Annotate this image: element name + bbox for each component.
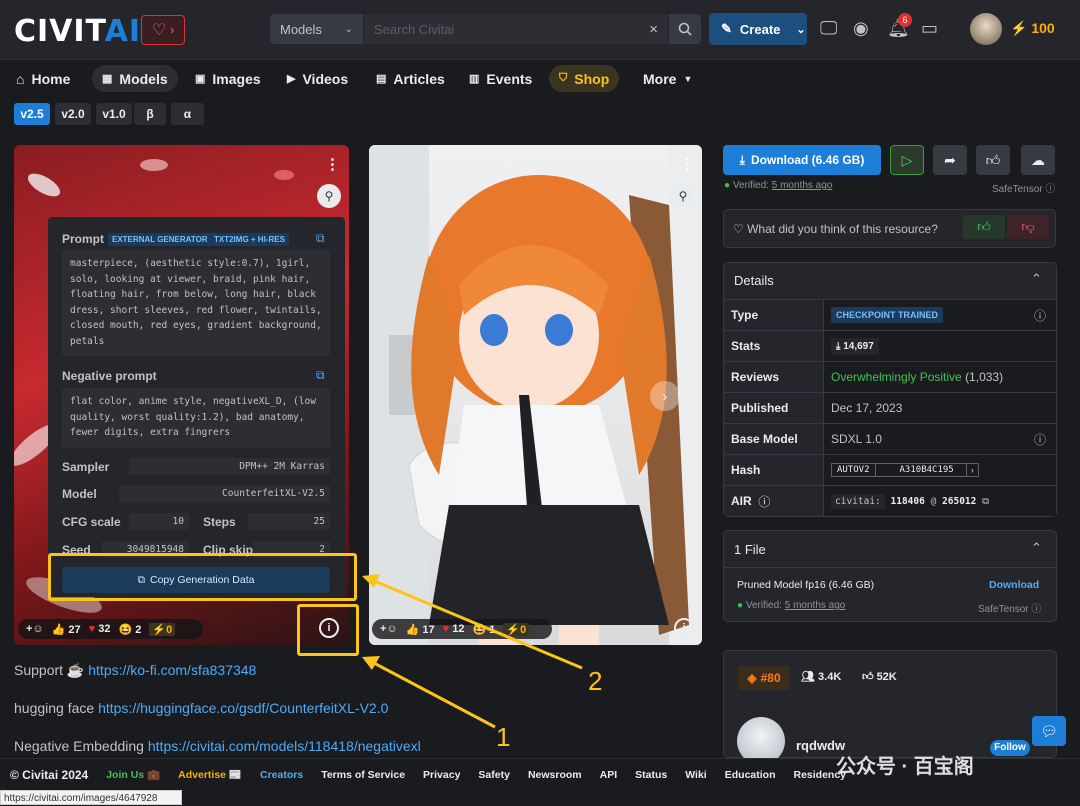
likes-stat: 👍︎ 52K xyxy=(862,671,897,683)
thumb-up-icon: 👍︎ xyxy=(862,671,874,683)
type-badge: CHECKPOINT TRAINED xyxy=(831,307,944,323)
footer-creators[interactable]: Creators xyxy=(260,769,303,781)
watermark-text: 公众号 · 百宝阁 xyxy=(836,756,974,778)
details-row-stats: Stats ⤓ 14,697 xyxy=(724,330,1056,361)
file-download-link[interactable]: Download xyxy=(989,579,1039,591)
chevron-up-icon[interactable]: ⌃ xyxy=(1031,540,1042,556)
copy-icon[interactable]: ⧉ xyxy=(982,496,989,507)
footer-privacy[interactable]: Privacy xyxy=(423,769,460,781)
thumbs-down-feedback-button[interactable]: 👎︎ xyxy=(1007,215,1049,239)
download-icon: ⤓ xyxy=(836,340,841,352)
play-icon: ▷ xyxy=(901,151,913,168)
details-row-published: Published Dec 17, 2023 xyxy=(724,392,1056,423)
details-row-hash: Hash AUTOV2 A310B4C195 › xyxy=(724,454,1056,485)
chat-bubble-icon: 💬︎ xyxy=(1040,722,1058,739)
hash-type[interactable]: AUTOV2 xyxy=(831,463,876,477)
file-name: Pruned Model fp16 (6.46 GB) xyxy=(737,579,875,591)
feedback-question: ♡ What did you think of this resource? xyxy=(733,222,938,236)
details-row-base-model: Base Model SDXL 1.0 xyxy=(724,423,1056,454)
run-button[interactable]: ▷ xyxy=(890,145,924,175)
follow-button[interactable]: Follow xyxy=(990,740,1030,756)
negative-embedding-line: Negative Embedding https://civitai.com/m… xyxy=(14,738,421,754)
footer-status[interactable]: Status xyxy=(635,769,667,781)
footer-copyright: © Civitai 2024 xyxy=(10,767,89,782)
details-title: Details xyxy=(734,273,774,288)
status-bar-url: https://civitai.com/images/4647928 xyxy=(0,790,182,805)
negative-embedding-link[interactable]: https://civitai.com/models/118418/negati… xyxy=(148,738,421,754)
rank-icon: ◈ xyxy=(747,671,757,685)
bookmark-button[interactable]: ☁ xyxy=(1021,145,1055,175)
like-button[interactable]: 👍︎ xyxy=(976,145,1010,175)
chevron-up-icon[interactable]: ⌃ xyxy=(1031,271,1042,287)
verified-date[interactable]: 5 months ago xyxy=(772,180,833,191)
heart-outline-icon: ♡ xyxy=(733,222,744,236)
file-safetensor: SafeTensor ⓘ xyxy=(978,604,1042,615)
footer-education[interactable]: Education xyxy=(725,769,776,781)
cloud-lock-icon: ☁ xyxy=(1031,151,1045,168)
thumbs-up-feedback-button[interactable]: 👍︎ xyxy=(963,215,1005,239)
support-line: Support ☕ https://ko-fi.com/sfa837348 xyxy=(14,662,257,678)
info-icon[interactable]: ⓘ xyxy=(1034,307,1046,324)
info-icon[interactable]: ⓘ xyxy=(1034,431,1046,448)
files-title: 1 File xyxy=(734,542,766,557)
divider xyxy=(723,567,1057,568)
chat-fab-button[interactable]: 💬︎ xyxy=(1032,716,1066,746)
footer-api[interactable]: API xyxy=(600,769,618,781)
footer-wiki[interactable]: Wiki xyxy=(685,769,707,781)
footer-safety[interactable]: Safety xyxy=(478,769,510,781)
details-row-reviews: Reviews Overwhelmingly Positive (1,033) xyxy=(724,361,1056,392)
details-row-type: Type CHECKPOINT TRAINED xyxy=(724,299,1056,330)
download-button[interactable]: ⤓ Download (6.46 GB) xyxy=(723,145,881,175)
air-prefix: civitai: xyxy=(831,493,885,509)
verified-icon: ● xyxy=(724,180,731,191)
share-button[interactable]: ➦ xyxy=(933,145,967,175)
users-icon: 👥︎ xyxy=(801,671,815,683)
download-count: ⤓ 14,697 xyxy=(831,337,879,355)
chevron-right-icon[interactable]: › xyxy=(966,463,979,477)
details-row-air: AIR ⓘ civitai: 118406 @ 265012 ⧉ xyxy=(724,485,1056,516)
thumb-up-icon: 👍︎ xyxy=(985,151,1001,168)
download-icon: ⤓ xyxy=(739,152,745,167)
file-verified-line: ● Verified: 5 months ago xyxy=(737,600,846,611)
share-icon: ➦ xyxy=(944,151,956,168)
safetensor-label: SafeTensor ⓘ xyxy=(992,184,1056,195)
info-icon: ⓘ xyxy=(1045,184,1056,195)
footer-terms[interactable]: Terms of Service xyxy=(321,769,405,781)
info-icon: ⓘ xyxy=(1031,604,1042,615)
footer-advertise[interactable]: Advertise 📰 xyxy=(178,768,242,781)
annotation-label-1: 1 xyxy=(496,722,511,752)
hash-value[interactable]: A310B4C195 xyxy=(875,463,967,477)
info-icon: ⓘ xyxy=(758,494,771,509)
kofi-link[interactable]: https://ko-fi.com/sfa837348 xyxy=(88,662,256,678)
huggingface-line: hugging face https://huggingface.co/gsdf… xyxy=(14,700,389,716)
reviews-rating[interactable]: Overwhelmingly Positive xyxy=(831,370,962,384)
footer-newsroom[interactable]: Newsroom xyxy=(528,769,582,781)
huggingface-link[interactable]: https://huggingface.co/gsdf/CounterfeitX… xyxy=(98,700,388,716)
annotation-label-2: 2 xyxy=(588,666,603,696)
footer-join-us[interactable]: Join Us 💼 xyxy=(106,768,160,781)
followers-stat: 👥︎ 3.4K xyxy=(801,671,842,683)
rank-badge: ◈ #80 xyxy=(738,666,790,690)
verified-line: ● Verified: 5 months ago xyxy=(724,180,833,191)
